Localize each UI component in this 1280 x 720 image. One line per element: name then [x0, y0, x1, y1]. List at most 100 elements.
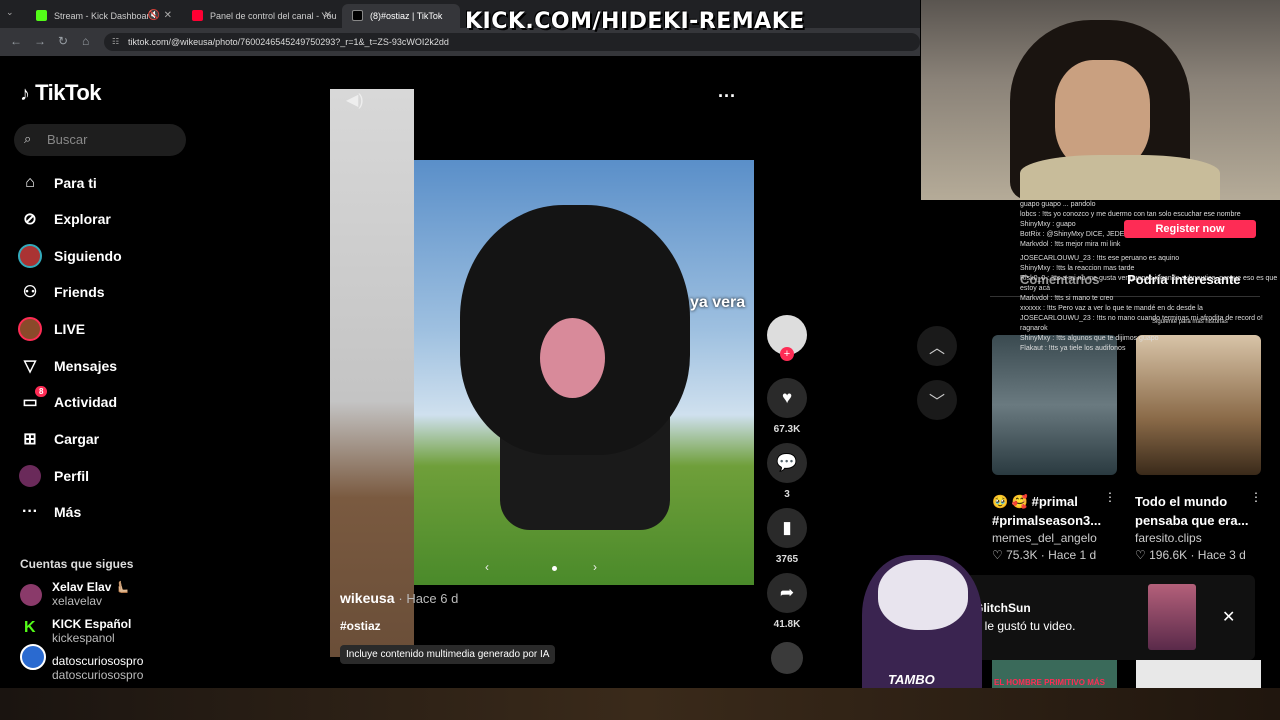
close-tab-icon[interactable]: ✕ — [164, 10, 172, 21]
chat-message: Markvdol : !tts mejor mira mi link — [1020, 241, 1121, 248]
comment-button[interactable]: 💬 3 — [767, 443, 807, 500]
nav-mas[interactable]: ··· Más — [18, 497, 198, 527]
youtube-favicon-icon — [192, 10, 203, 21]
recommended-video-title[interactable]: 🥹 🥰 #primal #primalseason3... — [992, 492, 1117, 530]
comment-icon: 💬 — [767, 443, 807, 483]
inbox-icon: ▭ 8 — [18, 386, 48, 414]
tiktok-logo[interactable]: ♪ TikTok — [20, 80, 101, 106]
heart-icon: ♥ — [767, 378, 807, 418]
tab-title: (8)#ostiaz | TikTok — [370, 11, 443, 21]
following-header: Cuentas que sigues — [20, 557, 134, 571]
card-user[interactable]: faresito.clips — [1135, 531, 1202, 545]
chat-message: ragnarok — [1020, 325, 1048, 332]
carousel-dot — [552, 566, 557, 571]
comment-count: 3 — [784, 489, 790, 500]
url-input[interactable]: ☷ tiktok.com/@wikeusa/photo/760024654524… — [104, 33, 920, 51]
follow-plus-icon[interactable]: + — [780, 347, 794, 361]
card-time: · Hace 1 d — [1040, 548, 1097, 562]
chat-message: ShinyMxy : !tts algunos que te dijimos g… — [1020, 335, 1159, 342]
nav-siguiendo[interactable]: Siguiendo — [18, 241, 198, 271]
notification-name: GlitchSun — [974, 601, 1031, 615]
search-input[interactable]: ⌕ Buscar — [14, 124, 186, 156]
carousel-next-icon[interactable]: › — [593, 560, 597, 574]
forward-icon[interactable]: → — [34, 34, 46, 48]
nav-actividad[interactable]: ▭ 8 Actividad — [18, 386, 198, 417]
close-icon[interactable]: ✕ — [1222, 607, 1235, 627]
music-disc-button[interactable] — [767, 642, 807, 674]
browser-tab-youtube[interactable]: Panel de control del canal - You ✕ — [182, 4, 338, 28]
chat-message: xxxxxx : !tts Pero vaz a ver lo que te m… — [1020, 305, 1203, 312]
live-icon — [18, 317, 42, 341]
account-user: datoscuriosospro — [52, 668, 144, 682]
nav-para-ti[interactable]: ⌂ Para ti — [18, 168, 198, 198]
url-text: tiktok.com/@wikeusa/photo/76002465452497… — [128, 37, 449, 47]
home-icon: ⌂ — [25, 174, 35, 191]
followed-account[interactable]: datoscuriosospro datoscuriosospro — [20, 644, 190, 682]
carousel-prev-icon[interactable]: ‹ — [485, 560, 489, 574]
share-button[interactable]: ➦ 41.8K — [767, 573, 807, 630]
site-info-icon[interactable]: ☷ — [112, 37, 119, 46]
card-more-icon[interactable]: ⋮ — [1250, 490, 1262, 504]
more-icon: ··· — [22, 503, 38, 520]
recommended-video-title[interactable]: Todo el mundo pensaba que era... — [1135, 492, 1260, 530]
cow-tongue — [540, 318, 605, 398]
browser-tab-tiktok[interactable]: (8)#ostiaz | TikTok — [342, 4, 460, 28]
nav-label: Friends — [54, 284, 105, 300]
chat-message: Risk0_0 : !tts a mi no me gusta ver guap… — [1020, 275, 1278, 292]
close-tab-icon[interactable]: 🔇 — [148, 10, 160, 21]
mascot-face — [878, 560, 968, 630]
nav-perfil[interactable]: Perfil — [18, 461, 198, 491]
previous-post-button[interactable]: ︿ — [917, 326, 957, 366]
bookmark-icon: ▮ — [767, 508, 807, 548]
post-hashtag[interactable]: #ostiaz — [340, 619, 381, 633]
followed-account[interactable]: K KICK Español kickespanol — [20, 617, 190, 645]
compass-icon: ⊘ — [23, 211, 37, 228]
kick-channel-banner: KICK.COM/HIDEKI-REMAKE — [465, 9, 805, 34]
card-user[interactable]: memes_del_angelo — [992, 531, 1097, 545]
post-time: · Hace 6 d — [398, 591, 459, 606]
browser-tab-kick[interactable]: Stream - Kick Dashboard 🔇 ✕ — [26, 4, 178, 28]
tab-list-button[interactable]: ⌄ — [6, 7, 14, 18]
bottom-card-text: EL HOMBRE PRIMITIVO MÁS — [994, 678, 1105, 687]
nav-cargar[interactable]: ⊞ Cargar — [18, 424, 198, 454]
notification-thumbnail — [1148, 584, 1196, 650]
volume-icon[interactable]: ◀) — [346, 90, 364, 110]
post-author[interactable]: wikeusa · Hace 6 d — [340, 590, 458, 606]
nav-label: Para ti — [54, 175, 97, 191]
avatar — [20, 584, 42, 606]
nav-label: Explorar — [54, 211, 111, 227]
nav-mensajes[interactable]: ▽ Mensajes — [18, 351, 198, 381]
nav-friends[interactable]: ⚇ Friends — [18, 277, 198, 307]
recommended-video-thumbnail[interactable] — [1136, 660, 1261, 688]
more-options-icon[interactable]: ··· — [718, 86, 736, 107]
back-icon[interactable]: ← — [10, 34, 22, 48]
author-avatar-button[interactable]: + — [767, 315, 807, 361]
author-name[interactable]: wikeusa — [340, 590, 394, 606]
reload-icon[interactable]: ↻ — [58, 34, 68, 48]
nav-explorar[interactable]: ⊘ Explorar — [18, 204, 198, 234]
avatar — [18, 464, 42, 488]
recommended-video-thumbnail[interactable] — [992, 335, 1117, 475]
next-post-button[interactable]: ﹀ — [917, 380, 957, 420]
card-more-icon[interactable]: ⋮ — [1104, 490, 1116, 504]
kick-logo-icon: K — [24, 619, 36, 636]
close-tab-icon[interactable]: ✕ — [324, 10, 332, 21]
nav-live[interactable]: LIVE — [18, 314, 198, 344]
notification-toast[interactable] — [965, 575, 1255, 660]
recommended-video-thumbnail[interactable] — [1136, 335, 1261, 475]
notification-text: A le gustó tu video. — [974, 619, 1076, 633]
register-now-button[interactable]: Register now — [1124, 220, 1256, 238]
chevron-down-icon: ﹀ — [928, 394, 945, 411]
nav-label: Cargar — [54, 431, 100, 447]
search-placeholder: Buscar — [47, 132, 88, 147]
share-count: 41.8K — [773, 619, 801, 630]
like-button[interactable]: ♥ 67.3K — [767, 378, 807, 435]
save-button[interactable]: ▮ 3765 — [767, 508, 807, 565]
home-icon[interactable]: ⌂ — [82, 34, 89, 48]
followed-account[interactable]: Xelav Elav 🫷🏼 xelavelav — [20, 580, 190, 608]
chevron-up-icon: ︿ — [928, 340, 945, 357]
plus-square-icon: ⊞ — [23, 431, 37, 448]
stream-bottom-strip — [0, 688, 1280, 720]
chat-message: JOSECARLOUWU_23 : !tts no mano cuando te… — [1020, 315, 1263, 322]
card-likes: ♡ 196.6K — [1135, 548, 1188, 562]
